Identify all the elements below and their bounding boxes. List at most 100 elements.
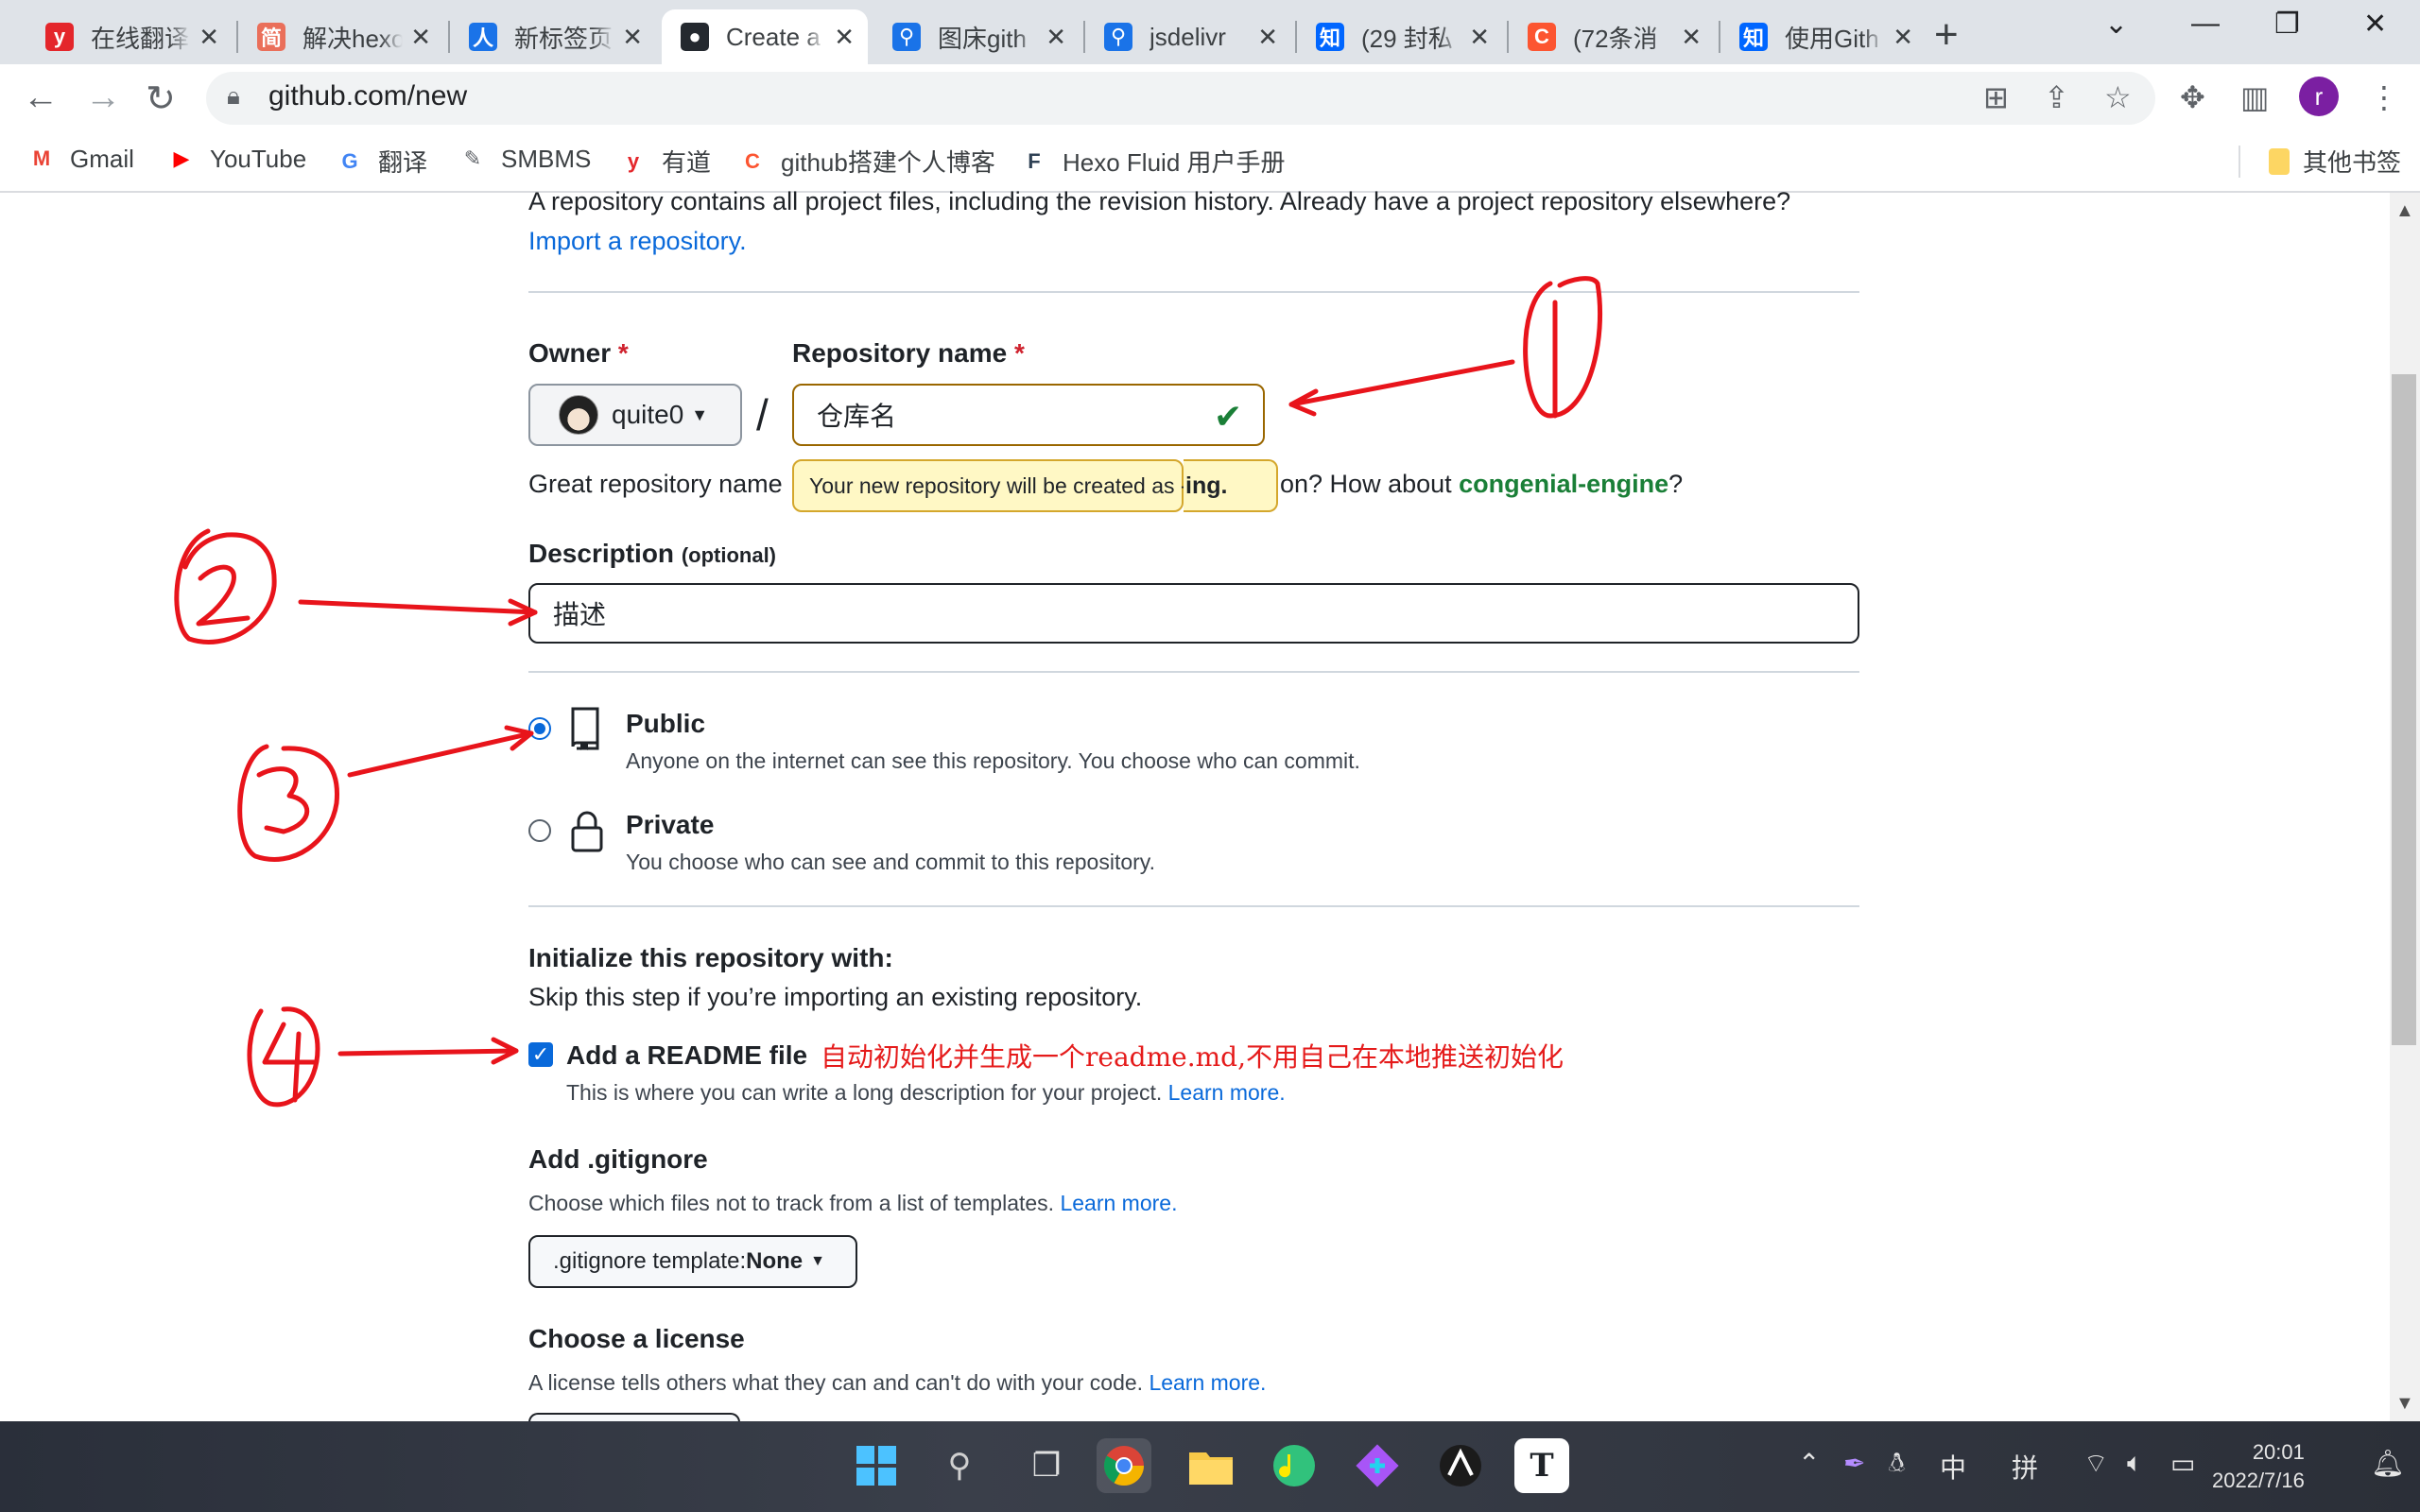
ime-mode[interactable]: 拼	[2012, 1448, 2038, 1486]
gitignore-template-select[interactable]: .gitignore template: None ▼	[528, 1235, 857, 1288]
close-tab-icon[interactable]: ✕	[834, 23, 855, 52]
profile-avatar[interactable]: r	[2299, 77, 2339, 116]
ime-language[interactable]: 中	[1940, 1448, 1966, 1486]
tab-6[interactable]: ⚲ jsdelivr ✕	[1085, 9, 1291, 64]
repository-name-value: 仓库名	[817, 402, 897, 431]
import-repository-link[interactable]: Import a repository.	[528, 227, 747, 256]
chrome-icon[interactable]	[1097, 1438, 1151, 1493]
close-window-icon[interactable]: ✕	[2363, 8, 2387, 41]
bookmark-item[interactable]: ✎ SMBMS	[458, 144, 592, 174]
repository-name-input[interactable]: 仓库名	[792, 384, 1265, 446]
youdao-icon: y	[45, 23, 74, 51]
close-tab-icon[interactable]: ✕	[1681, 23, 1702, 52]
close-tab-icon[interactable]: ✕	[1046, 23, 1066, 52]
bookmark-item[interactable]: ▶ YouTube	[166, 144, 307, 174]
new-tab-button[interactable]: +	[1934, 11, 1959, 59]
lock-icon[interactable]: 🔒︎	[227, 81, 240, 112]
close-tab-icon[interactable]: ✕	[199, 23, 219, 52]
clock[interactable]: 20:01 2022/7/16	[2212, 1438, 2305, 1495]
bookmark-item[interactable]: F Hexo Fluid 用户手册	[1019, 144, 1285, 179]
tab-search-icon[interactable]: ⌄	[2104, 8, 2128, 41]
license-title: Choose a license	[528, 1324, 745, 1353]
name-hint-start: Great repository name	[528, 470, 783, 498]
show-hidden-icons-icon[interactable]: ⌃	[1798, 1448, 1820, 1479]
caret-down-icon: ▼	[691, 404, 709, 424]
battery-icon[interactable]: ▭	[2170, 1448, 2195, 1479]
tab-3[interactable]: 人新标签页 ✕	[450, 9, 656, 64]
bookmark-star-icon[interactable]: ☆	[2104, 79, 2132, 115]
feather-icon[interactable]: ✒	[1843, 1448, 1865, 1479]
restore-icon[interactable]: ❐	[2274, 8, 2300, 41]
gmail-icon: M	[32, 146, 51, 170]
forward-icon[interactable]: →	[85, 77, 121, 118]
tab-5[interactable]: ⚲ 图床gith ✕	[873, 9, 1080, 64]
url-text[interactable]: github.com/new	[268, 80, 467, 112]
game-icon[interactable]	[1433, 1438, 1488, 1493]
translate-icon: G	[341, 148, 358, 173]
minimize-icon[interactable]: —	[2191, 8, 2220, 40]
learn-more-link[interactable]: Learn more.	[1060, 1191, 1177, 1215]
github-icon: ●	[681, 23, 709, 51]
tab-8[interactable]: C (72条消 ✕	[1509, 9, 1715, 64]
windows-start-icon[interactable]	[849, 1438, 904, 1493]
tab-1[interactable]: y 在线翻译 ✕	[26, 9, 233, 64]
close-tab-icon[interactable]: ✕	[1257, 23, 1278, 52]
close-tab-icon[interactable]: ✕	[1469, 23, 1490, 52]
bookmark-item[interactable]: Cgithub搭建个人博客	[737, 144, 995, 179]
scrollbar-thumb[interactable]	[2392, 374, 2416, 1045]
volume-icon[interactable]: 🔈︎	[2127, 1448, 2143, 1479]
qq-icon[interactable]: 🐧︎	[1889, 1448, 1905, 1482]
learn-more-link[interactable]: Learn more.	[1168, 1080, 1286, 1105]
suggested-name-link[interactable]: congenial-engine	[1459, 470, 1668, 498]
tab-title: 使用Gith	[1785, 24, 1879, 53]
name-hint-suggestion: on? How about congenial-engine?	[1280, 470, 1684, 498]
menu-icon[interactable]: ⋮	[2369, 79, 2399, 115]
other-bookmarks[interactable]: 其他书签	[2269, 144, 2401, 179]
tab-9[interactable]: 知使用Gith ✕	[1720, 9, 1927, 64]
extensions-icon[interactable]: ✥	[2180, 79, 2205, 115]
private-radio[interactable]	[528, 819, 551, 842]
share-icon[interactable]: ⇪	[2044, 79, 2069, 115]
bookmark-item[interactable]: y 有道	[618, 144, 711, 179]
public-radio[interactable]	[528, 717, 551, 740]
readme-label[interactable]: Add a README file	[566, 1040, 807, 1071]
owner-select[interactable]: quite0 ▼	[528, 384, 742, 446]
music-icon[interactable]	[1267, 1438, 1322, 1493]
notification-icon[interactable]: 🔔︎	[2371, 1448, 2405, 1479]
wifi-icon[interactable]: ⌔	[2083, 1448, 2108, 1481]
address-bar[interactable]	[206, 72, 2155, 125]
folder-icon	[2269, 147, 2290, 175]
bookmark-item[interactable]: G 翻译	[335, 144, 427, 179]
bookmark-item[interactable]: M Gmail	[26, 144, 134, 174]
tab-4[interactable]: ● Create a ✕	[662, 9, 868, 64]
task-view-icon[interactable]: ❐	[1019, 1438, 1074, 1493]
owner-value: quite0	[612, 400, 684, 429]
gitignore-desc: Choose which files not to track from a l…	[528, 1191, 1178, 1215]
tab-title: 新标签页	[514, 24, 614, 53]
file-explorer-icon[interactable]	[1184, 1438, 1238, 1493]
init-desc: Skip this step if you’re importing an ex…	[528, 983, 1143, 1011]
tab-7[interactable]: 知 (29 封私 ✕	[1297, 9, 1503, 64]
readme-desc: This is where you can write a long descr…	[566, 1080, 1286, 1105]
intro-text: A repository contains all project files,…	[528, 187, 1791, 215]
reload-icon[interactable]: ↻	[146, 77, 176, 120]
side-panel-icon[interactable]: ▥	[2240, 79, 2269, 115]
init-title: Initialize this repository with:	[528, 943, 893, 972]
back-icon[interactable]: ←	[23, 77, 59, 118]
tab-2[interactable]: 简解决hexo ✕	[238, 9, 444, 64]
close-tab-icon[interactable]: ✕	[622, 23, 643, 52]
scroll-up-icon[interactable]: ▲	[2395, 200, 2414, 222]
typora-icon[interactable]: T	[1514, 1438, 1569, 1493]
search-icon[interactable]: ⚲	[932, 1438, 987, 1493]
close-tab-icon[interactable]: ✕	[410, 23, 431, 52]
public-desc: Anyone on the internet can see this repo…	[626, 748, 1360, 773]
learn-more-link[interactable]: Learn more.	[1149, 1370, 1266, 1395]
close-tab-icon[interactable]: ✕	[1893, 23, 1913, 52]
scroll-down-icon[interactable]: ▼	[2395, 1393, 2414, 1415]
divider	[528, 905, 1859, 907]
translate-page-icon[interactable]: ⊞	[1983, 79, 2009, 115]
git-icon[interactable]	[1350, 1438, 1405, 1493]
readme-checkbox[interactable]: ✓	[528, 1042, 553, 1067]
other-bookmarks-label: 其他书签	[2303, 148, 2402, 177]
description-input[interactable]: 描述	[528, 583, 1859, 644]
